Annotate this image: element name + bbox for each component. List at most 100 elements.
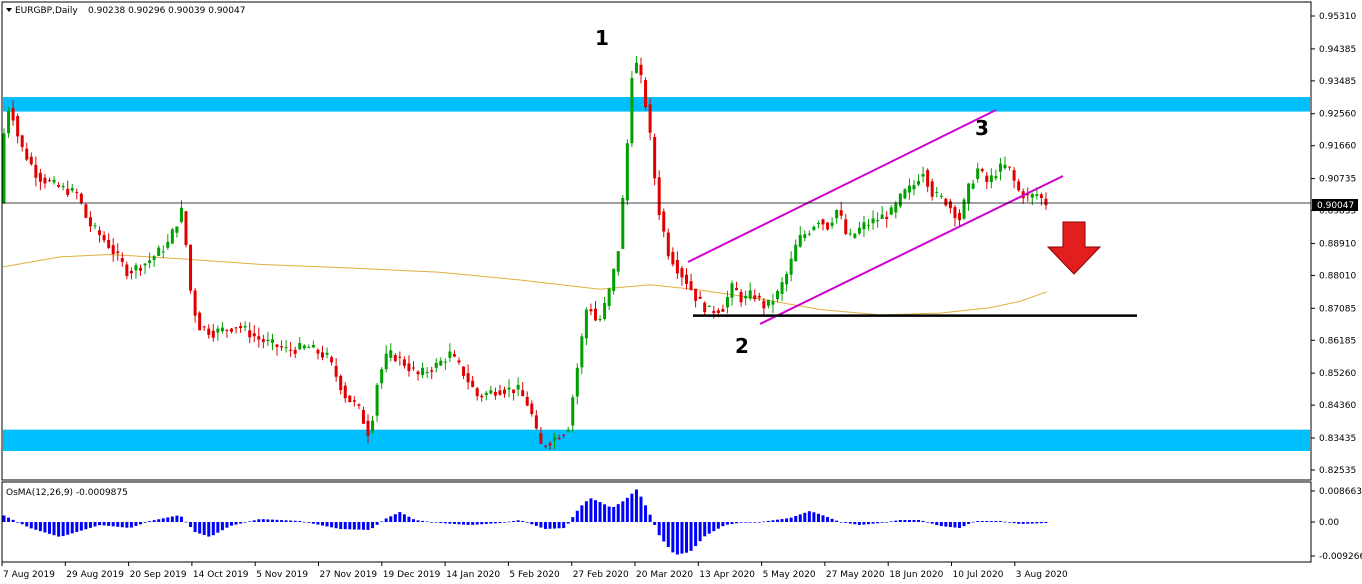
candle-body bbox=[512, 389, 516, 394]
osc-bar bbox=[812, 512, 816, 522]
osc-bar bbox=[1012, 522, 1016, 524]
candle-body bbox=[339, 375, 343, 391]
osc-bar bbox=[143, 522, 147, 523]
candle-body bbox=[20, 135, 24, 148]
osc-bar bbox=[534, 522, 538, 526]
osc-bar bbox=[25, 522, 29, 527]
candle-body bbox=[234, 327, 238, 329]
candle-body bbox=[703, 302, 707, 312]
time-tick-label: 10 Jul 2020 bbox=[953, 570, 1004, 580]
chart-canvas: 1 2 3 EURGBP,Daily 0.90238 0.90296 0.900… bbox=[1, 1, 1362, 580]
osc-bar bbox=[79, 522, 83, 531]
osc-bar bbox=[334, 522, 338, 529]
candle-body bbox=[785, 273, 789, 285]
candle-body bbox=[853, 233, 857, 238]
osc-bar bbox=[480, 522, 484, 525]
osc-bar bbox=[685, 522, 688, 553]
candle-body bbox=[266, 339, 270, 342]
osc-bar bbox=[566, 522, 570, 524]
osc-bar bbox=[844, 522, 848, 523]
price-tick-label: 0.90735 bbox=[1319, 175, 1356, 185]
candle-body bbox=[225, 329, 229, 331]
candle-body bbox=[466, 373, 470, 383]
candle-body bbox=[175, 226, 179, 233]
osc-bar bbox=[821, 515, 825, 522]
osc-bar bbox=[184, 521, 188, 523]
candle-body bbox=[917, 180, 921, 185]
osc-bar bbox=[939, 522, 943, 527]
candle-body bbox=[471, 380, 475, 387]
time-tick-label: 29 Aug 2019 bbox=[66, 570, 124, 580]
candle-body bbox=[439, 360, 443, 366]
price-tick-label: 0.82535 bbox=[1319, 466, 1356, 476]
candle-body bbox=[776, 291, 779, 300]
candle-body bbox=[325, 352, 329, 355]
candle-body bbox=[794, 244, 798, 262]
candle-body bbox=[607, 288, 611, 306]
candle-body bbox=[57, 184, 61, 187]
osc-bar bbox=[803, 512, 807, 522]
osc-bar bbox=[88, 522, 92, 528]
osc-bar bbox=[398, 512, 402, 522]
candle-body bbox=[807, 233, 811, 235]
osc-bar bbox=[948, 522, 952, 528]
candle-body bbox=[739, 291, 743, 303]
osc-bar bbox=[584, 501, 588, 522]
osc-bar bbox=[725, 522, 729, 525]
osc-bar bbox=[885, 521, 889, 523]
osc-bar bbox=[903, 520, 907, 522]
candle-body bbox=[307, 347, 311, 349]
candle-body bbox=[352, 400, 356, 402]
osc-bar bbox=[211, 522, 215, 536]
candle-body bbox=[88, 217, 92, 227]
osc-bar bbox=[198, 522, 202, 534]
osc-bar bbox=[307, 522, 311, 523]
osc-bar bbox=[29, 522, 33, 529]
candle-body bbox=[844, 219, 848, 234]
candle-body bbox=[220, 327, 224, 332]
osc-bar bbox=[648, 514, 652, 522]
osc-bar bbox=[98, 522, 102, 526]
osc-bar bbox=[753, 522, 757, 523]
osc-bar bbox=[894, 520, 898, 522]
candle-body bbox=[889, 207, 893, 215]
candle-body bbox=[598, 318, 602, 321]
time-tick-label: 27 Feb 2020 bbox=[573, 570, 629, 580]
osc-bar bbox=[907, 520, 911, 522]
osc-bar bbox=[762, 521, 766, 523]
osc-bar bbox=[257, 519, 261, 522]
osc-bar bbox=[16, 522, 20, 523]
candle-body bbox=[762, 300, 766, 309]
price-tick-label: 0.92560 bbox=[1319, 110, 1356, 120]
osc-bar bbox=[366, 522, 370, 530]
candle-body bbox=[798, 234, 802, 247]
candle-body bbox=[830, 222, 834, 226]
osc-bar bbox=[148, 521, 152, 522]
osc-bar bbox=[625, 497, 629, 522]
osc-tick-label: 0.0086635 bbox=[1319, 487, 1362, 497]
candle-body bbox=[766, 299, 770, 306]
candle-body bbox=[826, 222, 830, 230]
osc-bar bbox=[280, 520, 284, 522]
candle-body bbox=[16, 116, 20, 137]
candle-body bbox=[489, 390, 493, 394]
candle-body bbox=[839, 210, 843, 216]
candle-body bbox=[66, 188, 70, 195]
candle-body bbox=[548, 443, 552, 446]
price-tick-label: 0.84360 bbox=[1319, 401, 1356, 411]
osc-bar bbox=[416, 520, 420, 522]
candle-body bbox=[689, 281, 693, 290]
osc-bar bbox=[557, 522, 561, 529]
candle-body bbox=[935, 191, 939, 193]
osc-bar bbox=[703, 522, 707, 537]
candle-body bbox=[152, 256, 156, 260]
osc-bar bbox=[917, 520, 921, 522]
candle-body bbox=[571, 397, 575, 426]
price-tick-label: 0.95310 bbox=[1319, 12, 1356, 22]
osc-bar bbox=[976, 521, 980, 522]
osc-bar bbox=[562, 522, 566, 529]
candle-body bbox=[594, 308, 597, 321]
osc-bar bbox=[239, 522, 243, 524]
osc-bar bbox=[152, 520, 156, 522]
osc-bar bbox=[853, 522, 857, 525]
